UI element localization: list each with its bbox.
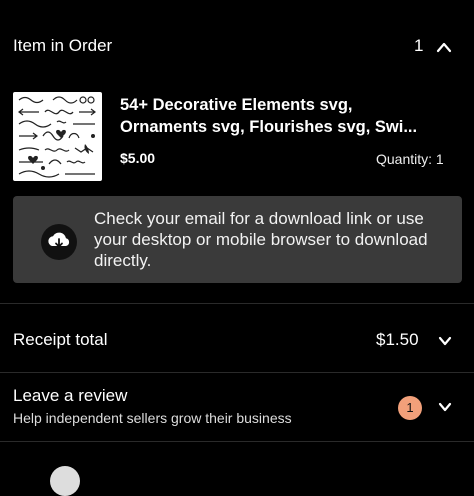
order-items-count: 1 [414, 36, 424, 55]
divider [0, 303, 474, 304]
order-items-title: Item in Order [13, 36, 113, 55]
cloud-download-icon [41, 224, 77, 260]
leave-review-row[interactable]: Leave a review Help independent sellers … [0, 382, 474, 434]
receipt-total-row[interactable]: Receipt total $1.50 [0, 318, 474, 362]
receipt-total-value: $1.50 [376, 330, 419, 349]
divider [0, 372, 474, 373]
receipt-total-label: Receipt total [13, 330, 108, 349]
avatar [50, 466, 80, 496]
ornaments-preview-image [18, 96, 96, 178]
leave-review-title: Leave a review [13, 386, 128, 405]
review-count-badge: 1 [398, 396, 422, 420]
download-notice: Check your email for a download link or … [13, 196, 462, 283]
download-notice-text: Check your email for a download link or … [94, 209, 428, 270]
order-items-header[interactable]: Item in Order 1 [0, 22, 474, 70]
divider [0, 441, 474, 442]
order-item[interactable]: 54+ Decorative Elements svg, Ornaments s… [0, 92, 474, 184]
product-price: $5.00 [120, 150, 156, 166]
leave-review-subtitle: Help independent sellers grow their busi… [13, 410, 292, 426]
product-quantity: Quantity: 1 [376, 151, 444, 167]
chevron-down-icon[interactable] [438, 336, 452, 346]
product-title[interactable]: 54+ Decorative Elements svg, Ornaments s… [120, 94, 450, 138]
chevron-up-icon[interactable] [436, 40, 452, 54]
chevron-down-icon[interactable] [438, 402, 452, 412]
product-thumbnail[interactable] [13, 92, 102, 181]
